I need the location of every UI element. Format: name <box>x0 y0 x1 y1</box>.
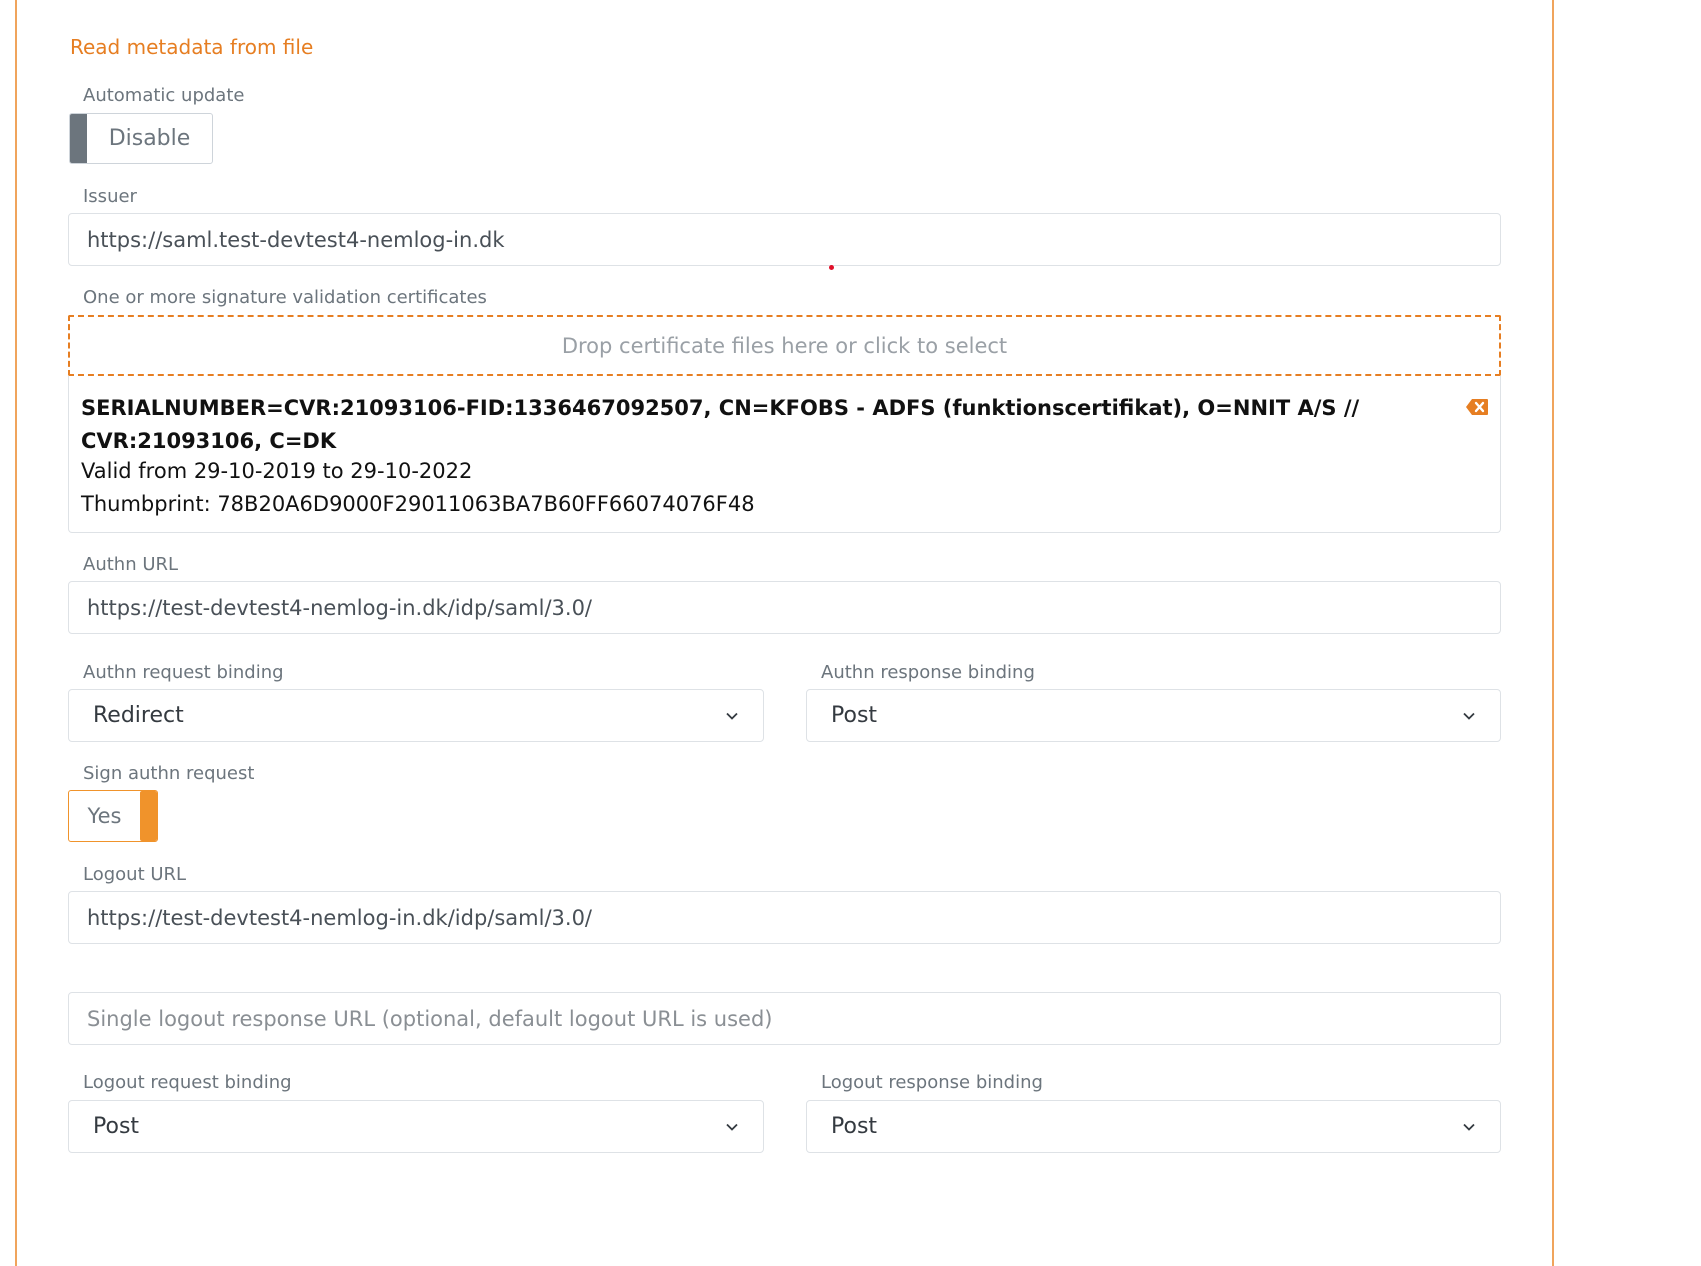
automatic-update-toggle[interactable]: Disable <box>69 113 213 164</box>
certificate-subject: SERIALNUMBER=CVR:21093106-FID:1336467092… <box>81 396 1360 453</box>
toggle-knob <box>70 114 87 163</box>
authn-url-label: Authn URL <box>83 554 179 575</box>
sign-authn-request-toggle-label: Yes <box>87 804 122 828</box>
certificate-thumbprint: Thumbprint: 78B20A6D9000F29011063BA7B60F… <box>81 492 755 516</box>
certificate-dropzone[interactable]: Drop certificate files here or click to … <box>68 315 1501 376</box>
automatic-update-label: Automatic update <box>83 85 245 106</box>
authn-url-value: https://test-devtest4-nemlog-in.dk/idp/s… <box>87 595 593 620</box>
logout-request-binding-value: Post <box>93 1114 140 1139</box>
authn-response-binding-value: Post <box>831 703 878 728</box>
logout-response-binding-select[interactable]: Post <box>806 1100 1501 1153</box>
issuer-value: https://saml.test-devtest4-nemlog-in.dk <box>87 227 505 252</box>
logout-url-label: Logout URL <box>83 864 187 885</box>
sign-authn-request-toggle[interactable]: Yes <box>68 790 158 842</box>
single-logout-response-url-input[interactable]: Single logout response URL (optional, de… <box>68 992 1501 1045</box>
sign-authn-request-label: Sign authn request <box>83 763 255 784</box>
certificate-validity: Valid from 29-10-2019 to 29-10-2022 <box>81 459 473 483</box>
chevron-down-icon <box>1463 1123 1475 1131</box>
authn-response-binding-label: Authn response binding <box>821 662 1035 683</box>
logout-request-binding-select[interactable]: Post <box>68 1100 764 1153</box>
logout-response-binding-value: Post <box>831 1114 878 1139</box>
authn-request-binding-value: Redirect <box>93 703 184 728</box>
remove-certificate-icon[interactable] <box>1465 397 1489 417</box>
issuer-input[interactable]: https://saml.test-devtest4-nemlog-in.dk <box>68 213 1501 266</box>
panel-border-left <box>15 0 17 1266</box>
issuer-label: Issuer <box>83 186 137 207</box>
cursor-dot <box>829 265 834 270</box>
logout-url-input[interactable]: https://test-devtest4-nemlog-in.dk/idp/s… <box>68 891 1501 944</box>
authn-request-binding-select[interactable]: Redirect <box>68 689 764 742</box>
dropzone-text: Drop certificate files here or click to … <box>561 333 1008 358</box>
chevron-down-icon <box>726 1123 738 1131</box>
authn-request-binding-label: Authn request binding <box>83 662 284 683</box>
single-logout-response-url-placeholder: Single logout response URL (optional, de… <box>87 1006 773 1031</box>
chevron-down-icon <box>1463 712 1475 720</box>
panel-border-right <box>1552 0 1554 1266</box>
logout-request-binding-label: Logout request binding <box>83 1072 292 1093</box>
chevron-down-icon <box>726 712 738 720</box>
logout-response-binding-label: Logout response binding <box>821 1072 1043 1093</box>
authn-url-input[interactable]: https://test-devtest4-nemlog-in.dk/idp/s… <box>68 581 1501 634</box>
logout-url-value: https://test-devtest4-nemlog-in.dk/idp/s… <box>87 905 593 930</box>
certificates-label: One or more signature validation certifi… <box>83 287 487 308</box>
automatic-update-toggle-label: Disable <box>108 126 191 151</box>
toggle-knob <box>140 791 157 841</box>
authn-response-binding-select[interactable]: Post <box>806 689 1501 742</box>
read-metadata-link[interactable]: Read metadata from file <box>70 35 313 59</box>
